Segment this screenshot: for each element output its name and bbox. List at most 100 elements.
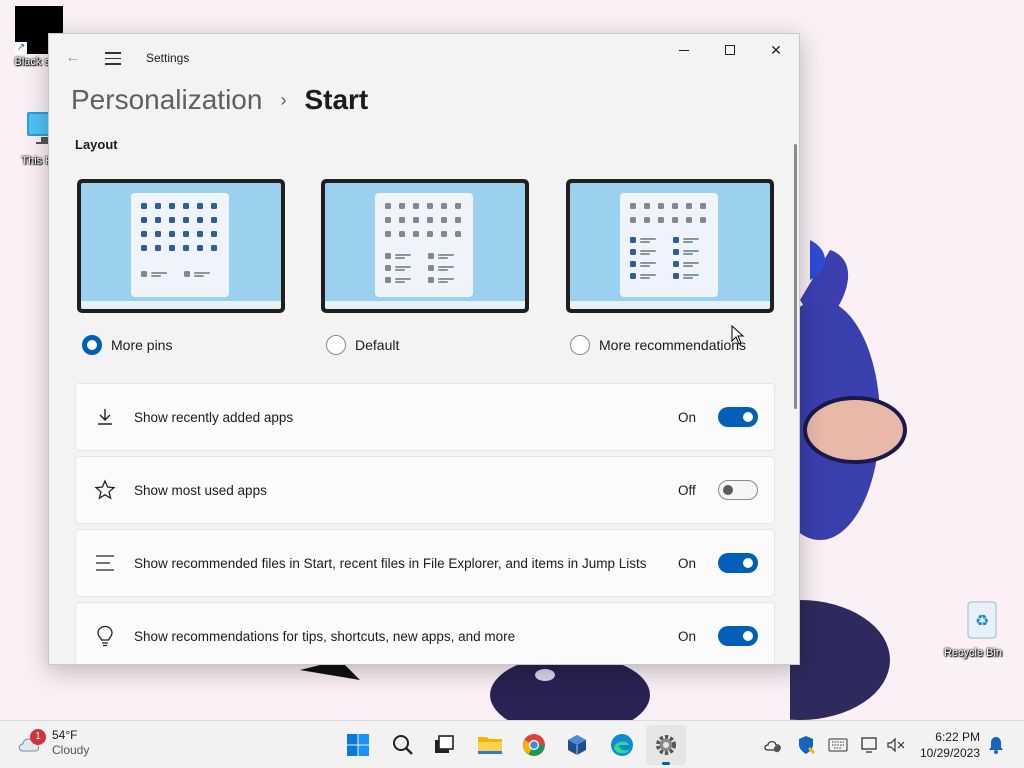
- desktop-icon-recycle-bin[interactable]: ♻ Recycle Bin: [938, 596, 1008, 659]
- minimize-button[interactable]: [661, 34, 707, 66]
- maximize-button[interactable]: [707, 34, 753, 66]
- preview-pin-dot: [385, 253, 391, 259]
- radio-label: Default: [355, 337, 400, 353]
- weather-widget[interactable]: 1 54°F Cloudy: [16, 728, 89, 758]
- setting-row-recommendations[interactable]: Show recommendations for tips, shortcuts…: [75, 602, 775, 664]
- preview-pin-dot: [427, 231, 433, 237]
- preview-text-line: [683, 265, 693, 267]
- preview-pin-dot: [630, 261, 636, 267]
- onedrive-icon[interactable]: [763, 735, 783, 755]
- layout-preview-default[interactable]: [321, 179, 529, 313]
- radio-button[interactable]: [570, 335, 590, 355]
- radio-label: More pins: [111, 337, 173, 353]
- system-clock[interactable]: 6:22 PM 10/29/2023: [916, 729, 980, 761]
- list-icon: [76, 553, 134, 573]
- preview-pin-dot: [155, 231, 161, 237]
- preview-text-line: [438, 257, 448, 259]
- security-shield-icon[interactable]: [796, 735, 816, 755]
- toggle-switch[interactable]: [718, 553, 758, 573]
- preview-screen: [81, 183, 281, 309]
- lightbulb-icon: [76, 625, 134, 647]
- taskbar: 1 54°F Cloudy 6:22 PM 10/29/2023: [0, 720, 1024, 768]
- preview-text-line: [640, 238, 656, 240]
- preview-pin-dot: [644, 217, 650, 223]
- desktop-icon-label: Recycle Bin: [943, 647, 1003, 659]
- preview-pin-dot: [211, 217, 217, 223]
- preview-text-line: [151, 272, 167, 274]
- preview-start-menu: [131, 193, 229, 297]
- preview-pin-dot: [686, 217, 692, 223]
- preview-pin-dot: [385, 265, 391, 271]
- preview-text-line: [438, 281, 448, 283]
- radio-button[interactable]: [326, 335, 346, 355]
- close-button[interactable]: ✕: [753, 34, 799, 66]
- layout-preview-more-recommendations[interactable]: [566, 179, 774, 313]
- preview-pin-dot: [155, 245, 161, 251]
- scrollbar[interactable]: [794, 144, 797, 409]
- layout-preview-more-pins[interactable]: [77, 179, 285, 313]
- preview-pin-dot: [658, 217, 664, 223]
- preview-pin-dot: [673, 261, 679, 267]
- preview-text-line: [395, 269, 405, 271]
- preview-pin-dot: [630, 237, 636, 243]
- preview-pin-dot: [169, 245, 175, 251]
- hamburger-menu-icon[interactable]: [103, 48, 123, 68]
- preview-text-line: [395, 254, 411, 256]
- preview-pin-dot: [183, 245, 189, 251]
- mouse-cursor-icon: [731, 325, 745, 345]
- chevron-right-icon: ›: [280, 89, 287, 110]
- edge-button[interactable]: [602, 725, 642, 765]
- preview-text-line: [194, 272, 210, 274]
- display-icon[interactable]: [860, 735, 880, 755]
- preview-pin-dot: [155, 203, 161, 209]
- notification-badge: 1: [30, 729, 46, 745]
- back-arrow-icon[interactable]: ←: [63, 48, 83, 68]
- window-title: Settings: [146, 51, 190, 65]
- preview-text-line: [683, 241, 693, 243]
- recycle-bin-icon: ♻: [967, 601, 996, 639]
- toggle-switch[interactable]: [718, 407, 758, 427]
- preview-text-line: [194, 275, 204, 277]
- keyboard-icon[interactable]: [828, 735, 848, 755]
- preview-pin-dot: [427, 217, 433, 223]
- preview-text-line: [640, 277, 650, 279]
- radio-more-recommendations[interactable]: More recommendations: [570, 335, 746, 355]
- radio-default[interactable]: Default: [326, 335, 399, 355]
- preview-pin-dot: [197, 231, 203, 237]
- shortcut-arrow-icon: ↗: [15, 42, 27, 54]
- preview-pin-dot: [197, 217, 203, 223]
- preview-text-line: [683, 238, 699, 240]
- edge-icon: [611, 734, 633, 756]
- preview-pin-dot: [455, 231, 461, 237]
- search-button[interactable]: [383, 725, 423, 765]
- preview-start-menu: [620, 193, 718, 297]
- radio-more-pins[interactable]: More pins: [82, 335, 172, 355]
- preview-pin-dot: [672, 217, 678, 223]
- preview-pin-dot: [673, 273, 679, 279]
- maximize-icon: [725, 45, 735, 55]
- preview-pin-dot: [455, 217, 461, 223]
- setting-row-recently-added[interactable]: Show recently added apps On: [75, 383, 775, 451]
- task-view-button[interactable]: [424, 725, 464, 765]
- chrome-button[interactable]: [514, 725, 554, 765]
- setting-row-recommended-files[interactable]: Show recommended files in Start, recent …: [75, 529, 775, 597]
- setting-row-most-used[interactable]: Show most used apps Off: [75, 456, 775, 524]
- breadcrumb-parent[interactable]: Personalization: [71, 84, 262, 116]
- start-button[interactable]: [338, 725, 378, 765]
- preview-pin-dot: [673, 249, 679, 255]
- file-explorer-button[interactable]: [470, 725, 510, 765]
- notification-bell-icon[interactable]: [986, 735, 1006, 755]
- preview-text-line: [395, 278, 411, 280]
- volume-muted-icon[interactable]: [886, 735, 906, 755]
- virtualbox-button[interactable]: [557, 725, 597, 765]
- preview-pin-dot: [183, 203, 189, 209]
- svg-text:♻: ♻: [974, 611, 988, 630]
- toggle-switch[interactable]: [718, 626, 758, 646]
- preview-pin-dot: [169, 203, 175, 209]
- preview-pin-dot: [211, 203, 217, 209]
- preview-text-line: [438, 266, 454, 268]
- setting-label: Show recently added apps: [134, 409, 294, 425]
- settings-app-button[interactable]: [646, 725, 686, 765]
- radio-button-checked[interactable]: [82, 335, 102, 355]
- toggle-switch[interactable]: [718, 480, 758, 500]
